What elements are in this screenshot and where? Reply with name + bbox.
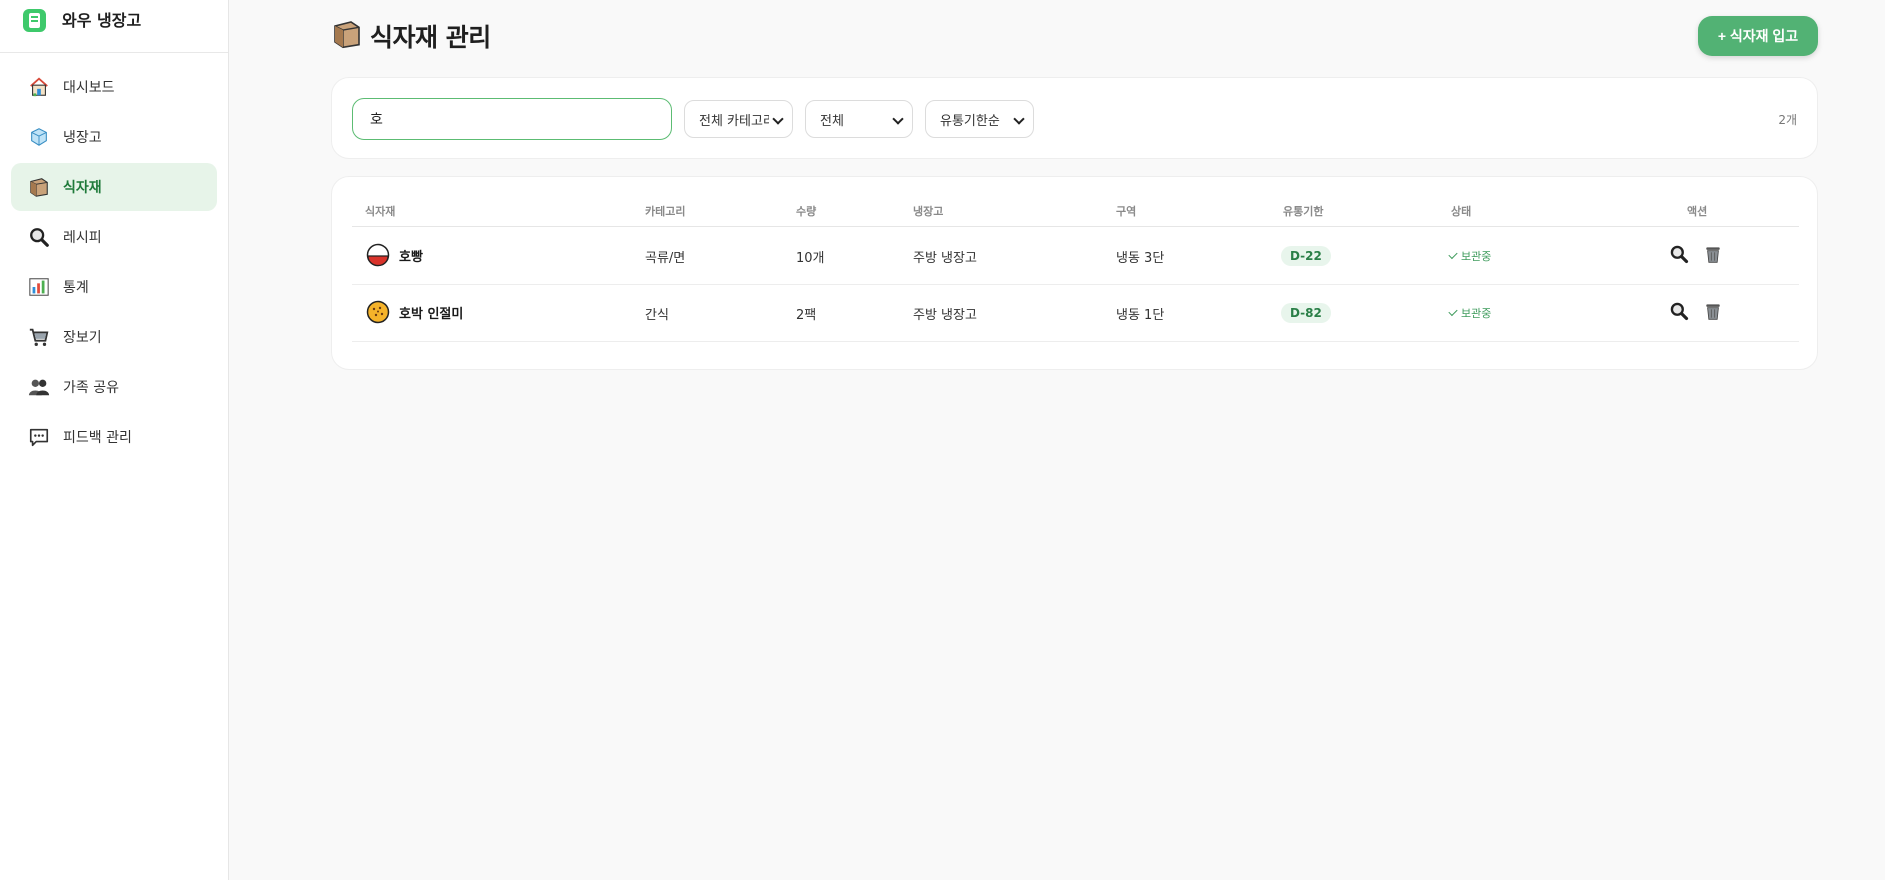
sidebar-item-label: 대시보드 — [63, 80, 115, 96]
sidebar-item-ingredients[interactable]: 식자재 — [11, 163, 217, 211]
table-row[interactable]: 호빵 곡류/면 10개 주방 냉장고 냉동 3단 D-22 보관중 — [352, 228, 1799, 285]
sidebar-item-label: 레시피 — [63, 230, 102, 246]
page-title: 식자재 관리 — [370, 23, 491, 52]
column-header: 구역 — [1116, 205, 1137, 218]
result-count: 2개 — [1778, 113, 1797, 127]
status-badge: 보관중 — [1448, 248, 1492, 264]
sidebar-item-label: 장보기 — [63, 330, 102, 346]
zone-cell: 냉동 3단 — [1116, 251, 1165, 266]
page-header: 식자재 관리 — [331, 18, 491, 54]
sort-select[interactable]: 유통기한순 — [925, 100, 1034, 138]
column-header: 액션 — [1687, 205, 1708, 218]
home-icon — [28, 76, 50, 98]
sidebar-item-fridge[interactable]: 냉장고 — [11, 113, 217, 161]
trash-icon — [1706, 304, 1720, 320]
category-cell: 곡류/면 — [645, 251, 686, 266]
chevron-down-icon — [892, 113, 904, 125]
sidebar-item-feedback[interactable]: 피드백 관리 — [11, 413, 217, 461]
status-select[interactable]: 전체 — [805, 100, 913, 138]
expiry-badge: D-22 — [1281, 246, 1331, 266]
ingredient-name: 호박 인절미 — [399, 306, 464, 322]
check-icon — [1448, 306, 1458, 317]
sidebar-item-shopping[interactable]: 장보기 — [11, 313, 217, 361]
delete-button[interactable] — [1702, 300, 1724, 322]
speech-bubble-icon — [28, 426, 50, 448]
cookie-icon — [366, 300, 390, 324]
brand[interactable]: 와우 냉장고 — [0, 0, 228, 53]
cart-icon — [28, 326, 50, 348]
ingredient-name: 호빵 — [399, 249, 423, 265]
expiry-badge: D-82 — [1281, 303, 1331, 323]
check-icon — [1448, 249, 1458, 260]
fridge-cell: 주방 냉장고 — [913, 251, 977, 266]
delete-button[interactable] — [1702, 243, 1724, 265]
fridge-logo-icon — [23, 8, 46, 32]
bun-icon — [366, 243, 390, 267]
table-row[interactable]: 호박 인절미 간식 2팩 주방 냉장고 냉동 1단 D-82 보관중 — [352, 285, 1799, 342]
fridge-cell: 주방 냉장고 — [913, 308, 977, 323]
sidebar-item-stats[interactable]: 통계 — [11, 263, 217, 311]
column-header: 카테고리 — [645, 205, 686, 218]
sort-select-value: 유통기한순 — [940, 113, 1000, 129]
sidebar-item-label: 냉장고 — [63, 130, 102, 146]
chevron-down-icon — [1013, 113, 1025, 125]
sidebar-item-family[interactable]: 가족 공유 — [11, 363, 217, 411]
column-header: 상태 — [1451, 205, 1472, 218]
column-header: 수량 — [796, 205, 817, 218]
category-cell: 간식 — [645, 308, 669, 323]
table-header: 식자재 카테고리 수량 냉장고 구역 유통기한 상태 액션 — [352, 203, 1799, 227]
magnifier-icon — [1670, 302, 1689, 321]
sidebar-item-recipes[interactable]: 레시피 — [11, 213, 217, 261]
ingredient-name-cell: 호박 인절미 — [366, 300, 463, 324]
quantity-cell: 10개 — [796, 251, 825, 266]
view-button[interactable] — [1668, 300, 1690, 322]
column-header: 유통기한 — [1283, 205, 1324, 218]
magnifier-icon — [1670, 245, 1689, 264]
ice-cube-icon — [28, 126, 50, 148]
ingredients-table: 식자재 카테고리 수량 냉장고 구역 유통기한 상태 액션 호빵 곡류/면 10… — [331, 176, 1818, 370]
filter-bar: 전체 카테고리 전체 유통기한순 2개 — [331, 77, 1818, 159]
trash-icon — [1706, 247, 1720, 263]
box-icon — [331, 18, 363, 54]
view-button[interactable] — [1668, 243, 1690, 265]
category-select[interactable]: 전체 카테고리 — [684, 100, 793, 138]
bar-chart-icon — [28, 276, 50, 298]
category-select-value: 전체 카테고리 — [699, 113, 769, 129]
sidebar-item-label: 식자재 — [63, 180, 102, 196]
magnifier-icon — [28, 226, 50, 248]
status-label: 보관중 — [1461, 250, 1492, 263]
status-badge: 보관중 — [1448, 305, 1492, 321]
sidebar-item-label: 통계 — [63, 280, 89, 296]
box-icon — [28, 176, 50, 198]
chevron-down-icon — [772, 113, 784, 125]
sidebar-item-label: 피드백 관리 — [63, 430, 132, 446]
sidebar-item-label: 가족 공유 — [63, 380, 119, 396]
column-header: 냉장고 — [913, 205, 944, 218]
ingredient-name-cell: 호빵 — [366, 243, 423, 267]
status-select-value: 전체 — [820, 113, 844, 129]
people-icon — [28, 376, 50, 398]
column-header: 식자재 — [365, 205, 396, 218]
sidebar-nav: 대시보드 냉장고 식자재 레시피 통계 장보기 가족 공유 피드백 관리 — [0, 53, 228, 461]
sidebar-item-dashboard[interactable]: 대시보드 — [11, 63, 217, 111]
add-ingredient-button[interactable]: + 식자재 입고 — [1698, 16, 1818, 56]
zone-cell: 냉동 1단 — [1116, 308, 1165, 323]
sidebar: 와우 냉장고 대시보드 냉장고 식자재 레시피 통계 장보기 가족 공유 피드백… — [0, 0, 229, 880]
search-input[interactable] — [352, 98, 672, 140]
app-name: 와우 냉장고 — [62, 10, 142, 30]
quantity-cell: 2팩 — [796, 308, 817, 323]
status-label: 보관중 — [1461, 307, 1492, 320]
